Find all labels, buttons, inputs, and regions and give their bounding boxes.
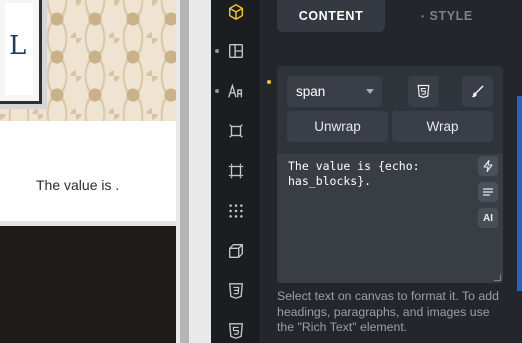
html5-tag-button[interactable] (408, 76, 439, 107)
canvas-preview[interactable]: L The value is . (0, 0, 176, 343)
resize-handle[interactable] (494, 274, 501, 281)
tab-style-bullet: • (421, 11, 425, 21)
layout-icon[interactable] (226, 41, 246, 61)
canvas-scrollbar[interactable] (180, 0, 189, 343)
builder-window: L The value is . CONTENT • STYLE span Un… (0, 0, 522, 343)
text-lines-icon (482, 188, 494, 196)
changed-marker-dot (267, 80, 271, 84)
image-glyph: L (9, 31, 27, 61)
tag-select[interactable]: span (287, 76, 382, 107)
typography-icon[interactable] (226, 81, 246, 101)
tag-select-value: span (296, 84, 326, 99)
wrap-button[interactable]: Wrap (392, 111, 493, 142)
ai-button[interactable]: AI (478, 208, 498, 228)
help-text: Select text on canvas to format it. To a… (277, 289, 499, 334)
component-icon[interactable] (226, 121, 246, 141)
box-3d-icon[interactable] (226, 241, 246, 261)
dynamic-data-button[interactable] (478, 156, 498, 176)
canvas-dark-section[interactable] (0, 226, 176, 343)
cube-icon[interactable] (226, 2, 246, 22)
settings-panel: CONTENT • STYLE span Unwrap Wrap The val… (262, 0, 522, 343)
framed-image[interactable]: L (0, 0, 47, 109)
panel-tabs: CONTENT • STYLE (277, 0, 507, 32)
text-editor-value[interactable]: The value is {echo: has_blocks}. (288, 159, 458, 189)
html5-icon[interactable] (226, 321, 246, 341)
tab-style[interactable]: • STYLE (407, 0, 487, 32)
text-editor[interactable]: The value is {echo: has_blocks}. AI (277, 154, 503, 283)
icon-rail (211, 0, 261, 343)
paintbrush-icon (471, 85, 484, 98)
css3-icon[interactable] (226, 281, 246, 301)
rail-indicator-dot (215, 49, 219, 53)
tab-content[interactable]: CONTENT (277, 0, 385, 32)
style-brush-button[interactable] (462, 76, 493, 107)
tab-style-label: STYLE (429, 9, 473, 23)
framed-image-inner: L (5, 3, 33, 95)
rail-indicator-dot (215, 89, 219, 93)
rich-text-toggle-button[interactable] (478, 182, 498, 202)
lightning-icon (483, 160, 493, 172)
frame-icon[interactable] (226, 161, 246, 181)
unwrap-button[interactable]: Unwrap (287, 111, 388, 142)
selection-edge-indicator (517, 96, 522, 291)
canvas-value-text[interactable]: The value is . (36, 177, 119, 193)
chevron-down-icon (366, 89, 374, 94)
grid-dots-icon[interactable] (226, 201, 246, 221)
html5-icon (417, 84, 430, 99)
text-element-controls: span Unwrap Wrap The value is {echo: has… (277, 66, 503, 283)
